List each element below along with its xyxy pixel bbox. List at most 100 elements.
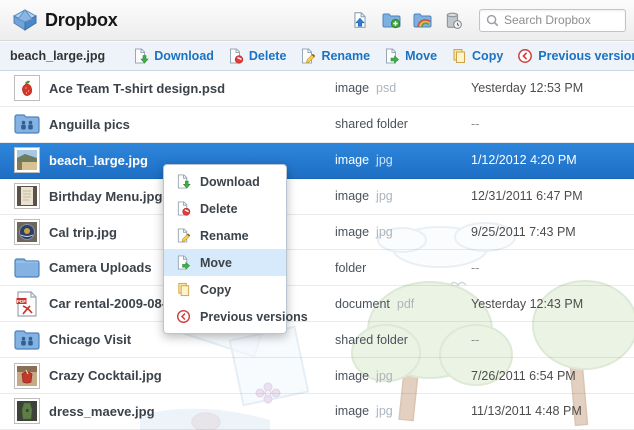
move-label: Move xyxy=(405,49,437,63)
file-kind: document xyxy=(335,297,390,311)
pdf-file-icon: PDF xyxy=(14,291,40,317)
download-label: Download xyxy=(154,49,214,63)
file-modified: -- xyxy=(471,261,634,275)
file-row-crazy-cocktail[interactable]: Crazy Cocktail.jpg imagejpg 7/26/2011 6:… xyxy=(0,358,634,394)
previous-versions-icon xyxy=(176,309,191,324)
file-name: dress_maeve.jpg xyxy=(49,404,335,419)
shared-folder-icon xyxy=(14,327,40,353)
file-kind: image xyxy=(335,81,369,95)
file-kind: image xyxy=(335,369,369,383)
dropbox-box-icon xyxy=(12,8,38,32)
file-modified: 7/26/2011 6:54 PM xyxy=(471,369,634,383)
delete-button[interactable]: Delete xyxy=(228,48,287,64)
move-icon xyxy=(176,255,191,270)
file-kind: shared folder xyxy=(335,117,408,131)
file-kind: image xyxy=(335,153,369,167)
file-thumbnail-psd-image xyxy=(14,75,40,101)
file-modified: Yesterday 12:43 PM xyxy=(471,297,634,311)
file-name: Ace Team T-shirt design.psd xyxy=(49,81,335,96)
file-list: Ace Team T-shirt design.psd image psd Yes… xyxy=(0,71,634,430)
download-icon xyxy=(133,48,149,64)
rename-icon xyxy=(300,48,316,64)
file-modified: 11/13/2011 4:48 PM xyxy=(471,404,634,418)
file-modified: 1/12/2012 4:20 PM xyxy=(471,153,634,167)
file-kind: shared folder xyxy=(335,333,408,347)
file-name: Chicago Visit xyxy=(49,332,335,347)
search-box[interactable] xyxy=(479,9,626,32)
file-kind: folder xyxy=(335,261,366,275)
file-thumbnail-menu xyxy=(14,183,40,209)
file-row-beach-large-selected[interactable]: beach_large.jpg imagejpg 1/12/2012 4:20 … xyxy=(0,143,634,179)
svg-text:PDF: PDF xyxy=(17,299,26,304)
file-row-dress-maeve[interactable]: dress_maeve.jpg imagejpg 11/13/2011 4:48… xyxy=(0,394,634,430)
menu-item-label: Rename xyxy=(200,229,249,243)
action-toolbar: beach_large.jpg Download Delete xyxy=(0,41,634,71)
file-row-car-rental[interactable]: PDF Car rental-2009-08-12.pdf documentpd… xyxy=(0,286,634,322)
file-thumbnail-beach xyxy=(14,147,40,173)
file-row-anguilla-pics[interactable]: Anguilla pics shared folder -- xyxy=(0,107,634,143)
search-icon xyxy=(486,14,499,27)
file-modified: -- xyxy=(471,117,634,131)
menu-item-label: Copy xyxy=(200,283,231,297)
previous-versions-button[interactable]: Previous versions xyxy=(517,48,634,64)
file-thumbnail-cal xyxy=(14,219,40,245)
menu-item-delete[interactable]: Delete xyxy=(164,195,286,222)
move-icon xyxy=(384,48,400,64)
previous-versions-label: Previous versions xyxy=(538,49,634,63)
file-row-birthday-menu[interactable]: Birthday Menu.jpg imagejpg 12/31/2011 6:… xyxy=(0,179,634,215)
photo-gallery-folder-icon[interactable] xyxy=(412,10,432,30)
download-button[interactable]: Download xyxy=(133,48,214,64)
new-folder-icon[interactable] xyxy=(381,10,401,30)
file-extension: psd xyxy=(376,81,396,95)
show-deleted-files-icon[interactable] xyxy=(443,10,463,30)
menu-item-label: Delete xyxy=(200,202,238,216)
menu-item-copy[interactable]: Copy xyxy=(164,276,286,303)
header-action-icons xyxy=(350,10,463,30)
menu-item-label: Move xyxy=(200,256,232,270)
rename-icon xyxy=(176,228,191,243)
rename-button[interactable]: Rename xyxy=(300,48,370,64)
menu-item-rename[interactable]: Rename xyxy=(164,222,286,249)
delete-label: Delete xyxy=(249,49,287,63)
menu-item-previous-versions[interactable]: Previous versions xyxy=(164,303,286,330)
download-icon xyxy=(176,174,191,189)
app-header: Dropbox xyxy=(0,0,634,41)
dropbox-window: Dropbox xyxy=(0,0,634,430)
copy-label: Copy xyxy=(472,49,503,63)
file-thumbnail-cocktail xyxy=(14,363,40,389)
file-modified: 12/31/2011 6:47 PM xyxy=(471,189,634,203)
rename-label: Rename xyxy=(321,49,370,63)
brand-name: Dropbox xyxy=(45,10,118,31)
selected-file-name: beach_large.jpg xyxy=(10,49,105,63)
dropbox-logo[interactable]: Dropbox xyxy=(12,8,118,32)
delete-icon xyxy=(176,201,191,216)
previous-versions-icon xyxy=(517,48,533,64)
menu-item-label: Previous versions xyxy=(200,310,308,324)
file-kind: image xyxy=(335,189,369,203)
file-modified: Yesterday 12:53 PM xyxy=(471,81,634,95)
upload-file-icon[interactable] xyxy=(350,10,370,30)
folder-icon xyxy=(14,255,40,281)
move-button[interactable]: Move xyxy=(384,48,437,64)
menu-item-label: Download xyxy=(200,175,260,189)
menu-item-download[interactable]: Download xyxy=(164,168,286,195)
file-modified: -- xyxy=(471,333,634,347)
search-input[interactable] xyxy=(504,13,619,27)
copy-icon xyxy=(451,48,467,64)
file-kind: image xyxy=(335,404,369,418)
context-menu: Download Delete Rename xyxy=(163,164,287,334)
file-kind: image xyxy=(335,225,369,239)
copy-icon xyxy=(176,282,191,297)
menu-item-move[interactable]: Move xyxy=(164,249,286,276)
copy-button[interactable]: Copy xyxy=(451,48,503,64)
file-row-camera-uploads[interactable]: Camera Uploads folder -- xyxy=(0,250,634,286)
file-name: Crazy Cocktail.jpg xyxy=(49,368,335,383)
file-row-ace-team[interactable]: Ace Team T-shirt design.psd image psd Yes… xyxy=(0,71,634,107)
file-row-cal-trip[interactable]: Cal trip.jpg imagejpg 9/25/2011 7:43 PM xyxy=(0,215,634,251)
file-modified: 9/25/2011 7:43 PM xyxy=(471,225,634,239)
delete-icon xyxy=(228,48,244,64)
file-row-chicago-visit[interactable]: Chicago Visit shared folder -- xyxy=(0,322,634,358)
file-thumbnail-dress xyxy=(14,398,40,424)
shared-folder-icon xyxy=(14,111,40,137)
file-name: Anguilla pics xyxy=(49,117,335,132)
